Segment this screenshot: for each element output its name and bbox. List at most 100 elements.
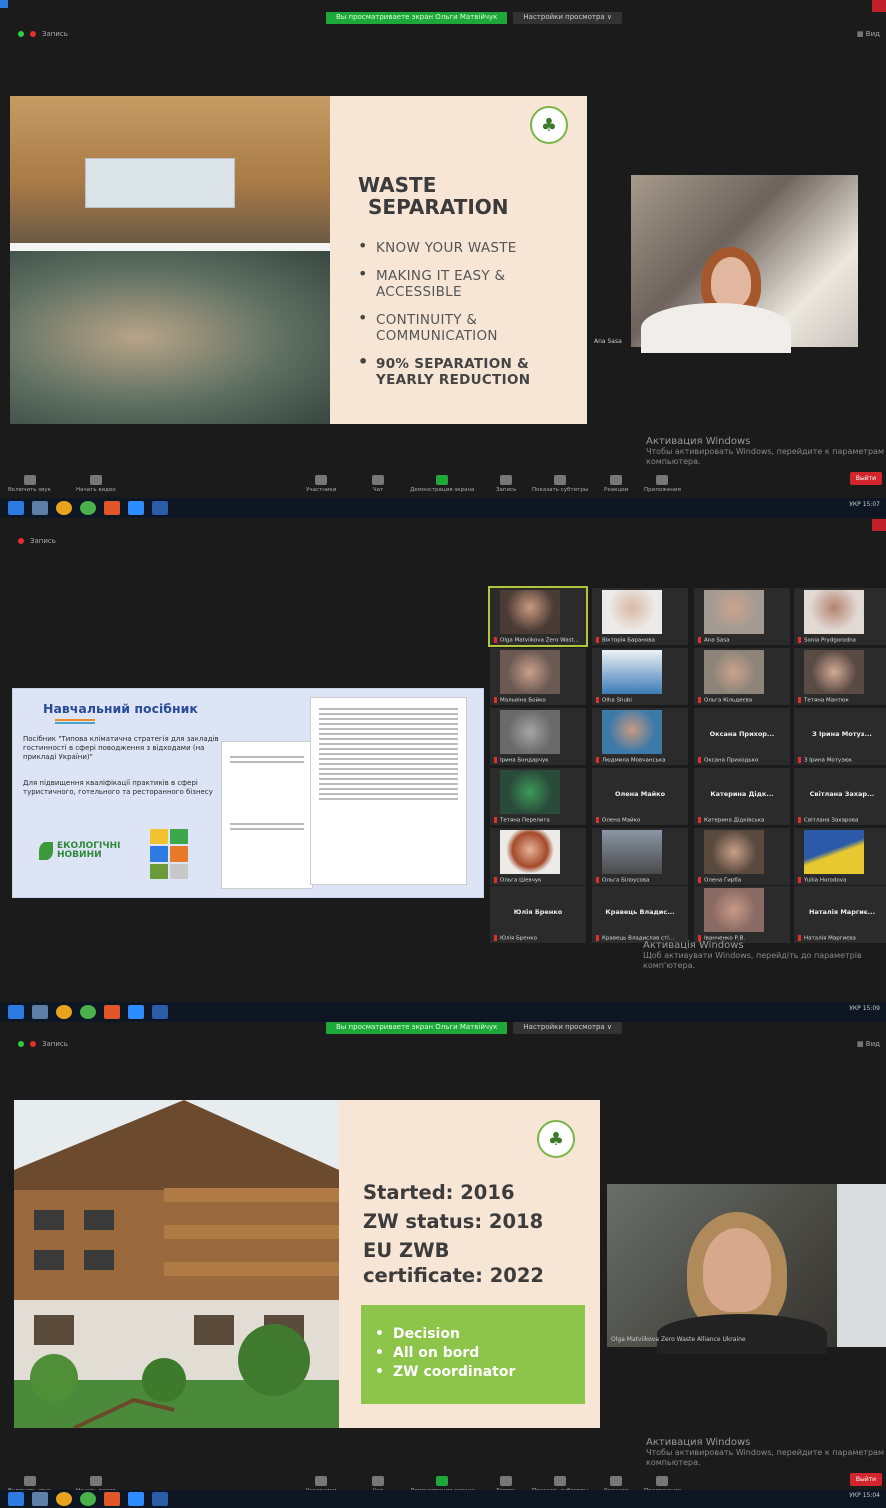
shared-slide-3: ♣ Started: 2016 ZW status: 2018 EU ZWB c… bbox=[14, 1100, 600, 1428]
participant-tile[interactable]: Вікторія Баранова bbox=[592, 588, 688, 645]
slide-text: ♣ Started: 2016 ZW status: 2018 EU ZWB c… bbox=[339, 1100, 600, 1428]
record-label: Запись bbox=[42, 1040, 68, 1048]
participant-tile[interactable]: Ольга Кільдеєва bbox=[694, 648, 790, 705]
participant-tile[interactable]: Олена Майко Олена Майко bbox=[592, 768, 688, 825]
reactions-button[interactable]: Реакции bbox=[604, 475, 628, 493]
participant-tile[interactable]: Тетяна Перелига bbox=[490, 768, 586, 825]
leave-button[interactable]: Выйти bbox=[849, 1473, 882, 1486]
speaker-video-3[interactable] bbox=[607, 1184, 886, 1354]
participant-tile[interactable]: Sonia Prydgorodna bbox=[794, 588, 886, 645]
whatsapp-icon[interactable] bbox=[80, 1492, 96, 1506]
view-options-button[interactable]: Настройки просмотра ∨ bbox=[513, 1022, 623, 1034]
windows-start-icon[interactable] bbox=[8, 501, 24, 515]
participant-tile[interactable]: Olha Shubi bbox=[592, 648, 688, 705]
slide-title: WASTE SEPARATION bbox=[358, 174, 559, 218]
close-icon[interactable] bbox=[872, 519, 886, 531]
chrome-icon[interactable] bbox=[56, 1005, 72, 1019]
participants-button[interactable]: Участники bbox=[306, 475, 336, 493]
explorer-icon[interactable] bbox=[32, 1005, 48, 1019]
zoom-icon[interactable] bbox=[128, 1492, 144, 1506]
activation-title: Активация Windows bbox=[646, 436, 751, 447]
participant-tile[interactable]: Олена Гирба bbox=[694, 828, 790, 885]
participant-tile[interactable]: Ana Sasa bbox=[694, 588, 790, 645]
participant-tile[interactable]: Людмила Мовчанська bbox=[592, 708, 688, 765]
sorted-waste-photo bbox=[10, 251, 330, 424]
logo-line-2: НОВИНИ bbox=[57, 850, 102, 860]
slide-text: ♣ WASTE SEPARATION KNOW YOUR WASTE MAKIN… bbox=[330, 96, 587, 424]
window-background bbox=[837, 1184, 886, 1347]
participant-tile[interactable]: Оксана Прихор... Оксана Приходько bbox=[694, 708, 790, 765]
word-icon[interactable] bbox=[152, 1492, 168, 1506]
apps-button[interactable]: Приложения bbox=[644, 475, 681, 493]
participant-tile[interactable]: Мальвіна Бойко bbox=[490, 648, 586, 705]
close-icon[interactable] bbox=[872, 0, 886, 12]
mic-muted-icon bbox=[23, 1476, 36, 1486]
record-button[interactable]: Запись bbox=[496, 475, 516, 493]
participant-tile[interactable]: Olga Matviikova Zero Wast... bbox=[488, 586, 588, 647]
share-icon bbox=[436, 475, 449, 485]
whatsapp-icon[interactable] bbox=[80, 1005, 96, 1019]
title-line-1: WASTE bbox=[358, 173, 437, 197]
participant-name: Олена Майко bbox=[596, 817, 684, 823]
video-name-label: Ana Sasa bbox=[594, 338, 622, 345]
speaker-face bbox=[711, 257, 751, 307]
bullet-item: MAKING IT EASY & ACCESSIBLE bbox=[358, 266, 559, 300]
participant-tile[interactable]: Ольга Білоусова bbox=[592, 828, 688, 885]
participant-tile[interactable]: Ірина Бондарчук bbox=[490, 708, 586, 765]
record-indicator-icon bbox=[30, 1041, 36, 1047]
leave-button[interactable]: Выйти bbox=[849, 472, 882, 485]
photos-icon[interactable] bbox=[104, 1492, 120, 1506]
shield-icon[interactable] bbox=[18, 1041, 24, 1047]
participant-tile[interactable]: З Ірина Мотуз... З Ірина Мотузюк bbox=[794, 708, 886, 765]
whatsapp-icon[interactable] bbox=[80, 501, 96, 515]
chrome-icon[interactable] bbox=[56, 501, 72, 515]
language-indicator[interactable]: УКР bbox=[849, 1492, 861, 1499]
participant-tile[interactable]: Світлана Захар... Світлана Захарова bbox=[794, 768, 886, 825]
participant-tile[interactable]: Ольга Шевчук bbox=[490, 828, 586, 885]
camera-off-icon bbox=[89, 1476, 102, 1486]
participant-big-name: Юлія Бренко bbox=[513, 908, 563, 916]
word-icon[interactable] bbox=[152, 1005, 168, 1019]
photos-icon[interactable] bbox=[104, 1005, 120, 1019]
participant-tile[interactable]: Іванченко Р.В. bbox=[694, 886, 790, 943]
slide-paragraph-1: Посібник "Типова кліматична стратегія дл… bbox=[23, 735, 219, 761]
share-screen-button[interactable]: Демонстрация экрана bbox=[410, 475, 474, 493]
windows-start-icon[interactable] bbox=[8, 1005, 24, 1019]
meeting-status: Запись bbox=[18, 537, 56, 545]
zoom-icon[interactable] bbox=[128, 501, 144, 515]
photos-icon[interactable] bbox=[104, 501, 120, 515]
participant-tile[interactable]: Юлія Бренко Юлія Бренко bbox=[490, 886, 586, 943]
explorer-icon[interactable] bbox=[32, 501, 48, 515]
participant-name: Ольга Білоусова bbox=[596, 877, 684, 883]
speaker-video[interactable] bbox=[631, 175, 858, 353]
captions-button[interactable]: Показать субтитры bbox=[532, 475, 588, 493]
participant-name: Sonia Prydgorodna bbox=[798, 637, 886, 643]
participant-tile[interactable]: Кравець Владис... Кравець Владислав сті..… bbox=[592, 886, 688, 943]
participant-tile[interactable]: Катерина Дідк... Катерина Дідківська bbox=[694, 768, 790, 825]
language-indicator[interactable]: УКР bbox=[849, 1005, 861, 1012]
zoom-icon[interactable] bbox=[128, 1005, 144, 1019]
system-tray: УКР 15:07 bbox=[849, 501, 880, 508]
view-button[interactable]: ▦ Вид bbox=[857, 1040, 880, 1048]
apps-icon bbox=[656, 1476, 669, 1486]
participant-tile[interactable]: Наталія Маргиє... Наталія Маргиєва bbox=[794, 886, 886, 943]
view-options-button[interactable]: Настройки просмотра ∨ bbox=[513, 12, 623, 24]
video-button[interactable]: Начать видео bbox=[76, 475, 116, 493]
bin-sign bbox=[85, 158, 235, 208]
share-banner: Вы просматриваете экран Ольги Матвійчук … bbox=[326, 1022, 623, 1034]
mic-button[interactable]: Включить звук bbox=[8, 475, 51, 493]
windows-start-icon[interactable] bbox=[8, 1492, 24, 1506]
participant-name: Світлана Захарова bbox=[798, 817, 886, 823]
participant-tile[interactable]: Тетяна Мантюк bbox=[794, 648, 886, 705]
explorer-icon[interactable] bbox=[32, 1492, 48, 1506]
word-icon[interactable] bbox=[152, 501, 168, 515]
view-label: Вид bbox=[865, 1040, 880, 1048]
waste-photo bbox=[10, 96, 330, 424]
wooden-bins-photo bbox=[10, 96, 330, 243]
chat-button[interactable]: Чат bbox=[372, 475, 384, 493]
shield-icon[interactable] bbox=[18, 31, 24, 37]
chrome-icon[interactable] bbox=[56, 1492, 72, 1506]
view-button[interactable]: ▦ Вид bbox=[857, 30, 880, 38]
language-indicator[interactable]: УКР bbox=[849, 501, 861, 508]
participant-tile[interactable]: Yuliia Horodova bbox=[794, 828, 886, 885]
